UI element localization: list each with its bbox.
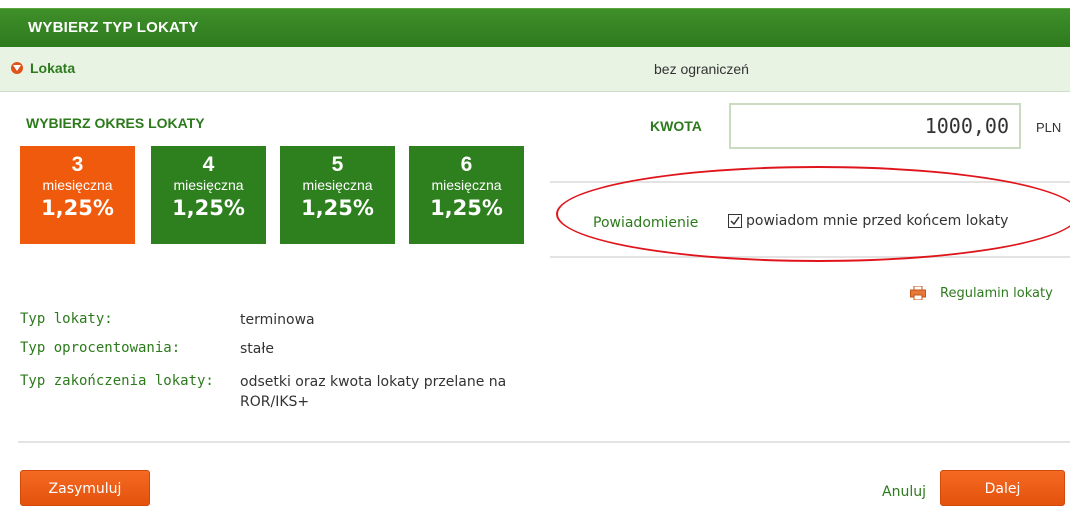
- period-months: 4: [202, 153, 215, 176]
- printer-icon: [910, 286, 926, 300]
- next-button[interactable]: Dalej: [940, 470, 1065, 506]
- currency-label: PLN: [1036, 120, 1062, 135]
- period-tile-5[interactable]: 5 miesięczna 1,25%: [280, 146, 395, 244]
- section-title: WYBIERZ TYP LOKATY: [28, 19, 199, 36]
- period-months: 6: [460, 153, 473, 176]
- period-months: 5: [331, 153, 344, 176]
- info-value-ending: odsetki oraz kwota lokaty przelane na RO…: [240, 374, 507, 410]
- period-title: WYBIERZ OKRES LOKATY: [26, 115, 205, 131]
- period-rate: 1,25%: [41, 196, 114, 220]
- arrow-down-icon[interactable]: [11, 62, 23, 74]
- period-tile-4[interactable]: 4 miesięczna 1,25%: [151, 146, 266, 244]
- period-unit: miesięczna: [431, 177, 502, 193]
- info-label-type: Typ lokaty:: [20, 311, 113, 327]
- section-header: WYBIERZ TYP LOKATY: [0, 8, 1070, 47]
- period-tile-3[interactable]: 3 miesięczna 1,25%: [20, 146, 135, 244]
- lokata-label[interactable]: Lokata: [30, 60, 75, 76]
- period-rate: 1,25%: [172, 196, 245, 220]
- regulamin-text[interactable]: Regulamin lokaty: [940, 286, 1053, 301]
- info-label-rate-type: Typ oprocentowania:: [20, 340, 181, 356]
- period-rate: 1,25%: [301, 196, 374, 220]
- info-label-ending: Typ zakończenia lokaty:: [20, 373, 214, 389]
- period-unit: miesięczna: [173, 177, 244, 193]
- limit-text: bez ograniczeń: [654, 61, 749, 77]
- period-unit: miesięczna: [302, 177, 373, 193]
- lokata-subbar: Lokata bez ograniczeń: [0, 47, 1070, 92]
- cancel-link[interactable]: Anuluj: [882, 484, 926, 500]
- period-unit: miesięczna: [42, 177, 113, 193]
- period-tile-6[interactable]: 6 miesięczna 1,25%: [409, 146, 524, 244]
- info-value-type: terminowa: [240, 312, 315, 328]
- amount-input[interactable]: [729, 103, 1021, 149]
- period-months: 3: [71, 153, 84, 176]
- info-value-rate-type: stałe: [240, 341, 274, 357]
- period-rate: 1,25%: [430, 196, 503, 220]
- divider: [18, 441, 1070, 443]
- amount-label: KWOTA: [650, 118, 702, 134]
- highlight-ellipse: [556, 166, 1070, 262]
- simulate-button[interactable]: Zasymuluj: [20, 470, 150, 506]
